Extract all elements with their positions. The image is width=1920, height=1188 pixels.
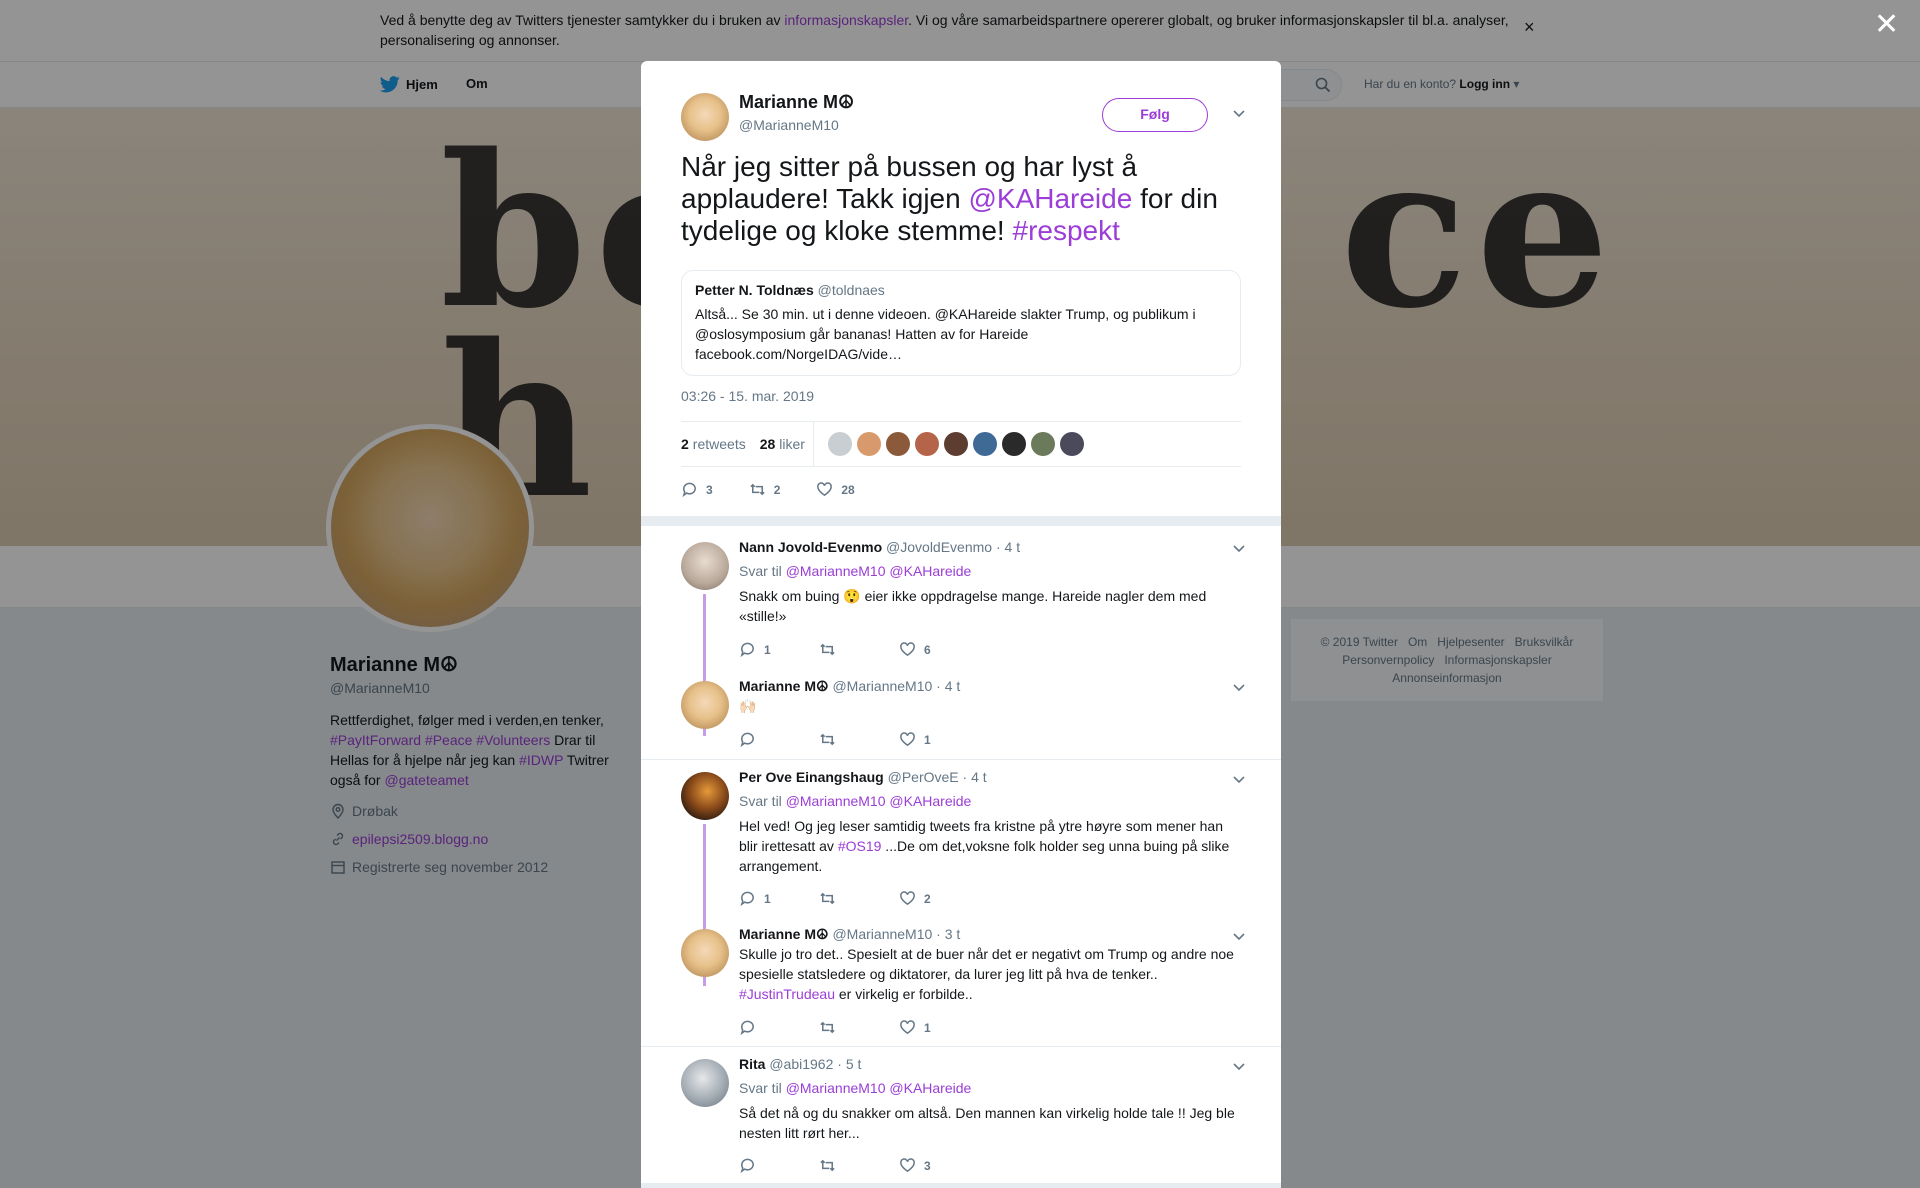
reply-actions: 1 6 — [739, 641, 979, 658]
like-button[interactable]: 1 — [899, 1019, 979, 1036]
reply-button[interactable]: 1 — [739, 890, 819, 907]
chevron-down-icon[interactable] — [1232, 1061, 1246, 1075]
like-button[interactable]: 6 — [899, 641, 979, 658]
reply-button[interactable] — [739, 1157, 819, 1174]
reply-text: Skulle jo tro det.. Spesielt at de buer … — [739, 946, 1234, 1002]
tweet-mention[interactable]: @KAHareide — [968, 183, 1132, 214]
liker-avatar[interactable] — [943, 432, 968, 456]
liker-avatar[interactable] — [856, 432, 881, 456]
section-divider — [641, 1183, 1281, 1188]
tweet-actions: 3 2 28 — [681, 481, 855, 498]
like-button[interactable]: 3 — [899, 1157, 979, 1174]
heart-icon — [900, 1020, 915, 1035]
liker-avatar[interactable] — [1059, 432, 1084, 456]
reply-icon — [740, 1158, 754, 1174]
reply-actions: 1 — [739, 731, 979, 748]
heart-icon — [900, 642, 915, 657]
reply-icon — [740, 1020, 754, 1036]
heart-icon — [900, 1158, 915, 1173]
like-button[interactable]: 1 — [899, 731, 979, 748]
reply-to-mentions[interactable]: @MarianneM10 @KAHareide — [786, 793, 972, 809]
tweet-timestamp[interactable]: 03:26 - 15. mar. 2019 — [681, 388, 814, 404]
reply-button[interactable] — [739, 1019, 819, 1036]
like-button[interactable]: 2 — [899, 890, 979, 907]
liker-avatar[interactable] — [827, 432, 852, 456]
liker-avatar[interactable] — [1030, 432, 1055, 456]
retweet-icon — [820, 733, 835, 746]
heart-icon — [817, 482, 833, 497]
liker-avatar[interactable] — [1001, 432, 1026, 456]
retweet-icon — [820, 1021, 835, 1034]
reply-icon — [740, 891, 754, 907]
tweet-author-name[interactable]: Marianne M☮ — [739, 92, 854, 113]
chevron-down-icon[interactable] — [1232, 108, 1246, 122]
close-icon[interactable]: ✕ — [1874, 10, 1899, 40]
quoted-tweet-handle: @toldnaes — [817, 282, 885, 298]
reply-avatar[interactable] — [681, 542, 729, 590]
retweet-button[interactable] — [819, 890, 899, 907]
section-divider — [641, 516, 1281, 526]
chevron-down-icon[interactable] — [1232, 774, 1246, 788]
reply-to-mentions[interactable]: @MarianneM10 @KAHareide — [786, 1080, 972, 1096]
retweet-count[interactable]: 2 retweets — [681, 436, 746, 452]
reply-actions: 3 — [739, 1157, 979, 1174]
reply-avatar[interactable] — [681, 929, 729, 977]
heart-icon — [900, 732, 915, 747]
reply-actions: 1 — [739, 1019, 979, 1036]
reply-icon — [740, 732, 754, 748]
retweet-icon — [750, 483, 765, 496]
reply-button[interactable] — [739, 731, 819, 748]
quoted-tweet[interactable]: Petter N. Toldnæs @toldnaes Altså... Se … — [681, 270, 1241, 376]
reply-avatar[interactable] — [681, 772, 729, 820]
reply-text: Så det nå og du snakker om altså. Den ma… — [739, 1105, 1235, 1141]
reply-icon — [682, 482, 696, 498]
tweet-author-handle[interactable]: @MarianneM10 — [739, 117, 839, 133]
retweet-button[interactable] — [819, 731, 899, 748]
reply-text: Snakk om buing 😲 eier ikke oppdragelse m… — [739, 588, 1207, 624]
liker-avatars — [827, 432, 1084, 456]
quoted-tweet-text: Altså... Se 30 min. ut i denne videoen. … — [695, 306, 1196, 362]
reply-text: Hel ved! Og jeg leser samtidig tweets fr… — [739, 818, 1230, 874]
like-count[interactable]: 28 liker — [760, 436, 805, 452]
retweet-icon — [820, 643, 835, 656]
follow-button[interactable]: Følg — [1102, 98, 1208, 132]
liker-avatar[interactable] — [914, 432, 939, 456]
reply-to-mentions[interactable]: @MarianneM10 @KAHareide — [786, 563, 972, 579]
chevron-down-icon[interactable] — [1232, 931, 1246, 945]
reply-icon — [740, 642, 754, 658]
heart-icon — [900, 891, 915, 906]
liker-avatar[interactable] — [972, 432, 997, 456]
tweet-text: Når jeg sitter på bussen og har lyst å a… — [681, 151, 1218, 246]
retweet-button[interactable] — [819, 1157, 899, 1174]
retweet-button[interactable]: 2 — [749, 481, 780, 498]
retweet-button[interactable] — [819, 1019, 899, 1036]
stats-divider — [812, 421, 814, 467]
tweet-hashtag[interactable]: #respekt — [1013, 215, 1120, 246]
tweet-author-avatar[interactable] — [681, 93, 729, 141]
chevron-down-icon[interactable] — [1232, 543, 1246, 557]
chevron-down-icon[interactable] — [1232, 682, 1246, 696]
reply-text: 🙌🏻 — [739, 698, 757, 714]
quoted-tweet-name: Petter N. Toldnæs — [695, 282, 814, 298]
reply-button[interactable]: 3 — [681, 481, 713, 498]
reply-button[interactable]: 1 — [739, 641, 819, 658]
reply-separator — [641, 759, 1281, 760]
reply-avatar[interactable] — [681, 1059, 729, 1107]
like-button[interactable]: 28 — [816, 481, 855, 498]
retweet-icon — [820, 1159, 835, 1172]
tweet-stats: 2 retweets 28 liker — [681, 421, 1241, 467]
reply-avatar[interactable] — [681, 681, 729, 729]
reply-separator — [641, 1046, 1281, 1047]
reply-actions: 1 2 — [739, 890, 979, 907]
retweet-button[interactable] — [819, 641, 899, 658]
reply-hashtag[interactable]: #OS19 — [838, 838, 882, 854]
retweet-icon — [820, 892, 835, 905]
tweet-modal: Marianne M☮ @MarianneM10 Følg Når jeg si… — [641, 61, 1281, 1188]
liker-avatar[interactable] — [885, 432, 910, 456]
reply-hashtag[interactable]: #JustinTrudeau — [739, 986, 835, 1002]
